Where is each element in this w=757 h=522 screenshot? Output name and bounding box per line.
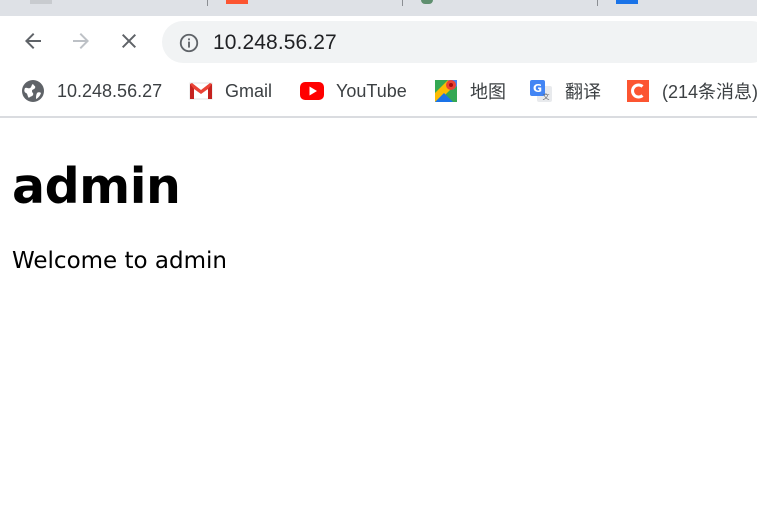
forward-button[interactable] (66, 26, 96, 56)
bookmark-label: 10.248.56.27 (57, 80, 163, 101)
close-icon (122, 34, 136, 48)
tab-favicon (421, 0, 433, 4)
bookmark-gmail[interactable]: Gmail (189, 78, 272, 104)
tab-separator (402, 0, 403, 6)
bookmark-label: 翻译 (565, 82, 601, 102)
bookmark-csdn[interactable]: (214条消息) (626, 78, 757, 104)
translate-icon: G 文 (529, 79, 553, 103)
arrow-right-icon (73, 33, 89, 49)
browser-toolbar: 10.248.56.27 (0, 16, 757, 68)
back-button[interactable] (18, 26, 48, 56)
svg-text:G: G (533, 82, 542, 95)
tab-strip[interactable] (0, 0, 757, 16)
bookmark-10-248-56-27[interactable]: 10.248.56.27 (21, 78, 162, 104)
bookmark-label: Gmail (225, 80, 273, 101)
bookmark-label: 地图 (470, 82, 506, 102)
tab-favicon (30, 0, 52, 4)
info-icon[interactable] (178, 32, 200, 54)
youtube-icon (300, 79, 324, 103)
bookmark-label: (214条消息) (662, 82, 757, 102)
csdn-icon (626, 79, 650, 103)
url-text[interactable]: 10.248.56.27 (213, 31, 337, 55)
bookmark-translate[interactable]: G 文 翻译 (529, 78, 601, 104)
tab-separator (207, 0, 208, 6)
welcome-text: Welcome to admin (12, 248, 227, 274)
arrow-left-icon (25, 33, 41, 49)
bookmarks-bar: 10.248.56.27 Gmail YouTube 地图 G 文 翻译 (21… (0, 68, 757, 118)
page-heading: admin (12, 158, 181, 215)
tab-favicon (226, 0, 248, 4)
tab-favicon (616, 0, 638, 4)
bookmark-label: YouTube (336, 80, 407, 101)
gmail-icon (189, 79, 213, 103)
tab-separator (597, 0, 598, 6)
bookmark-maps[interactable]: 地图 (434, 78, 506, 104)
page-content: admin Welcome to admin (0, 120, 757, 522)
address-bar[interactable]: 10.248.56.27 (162, 21, 757, 63)
maps-icon (434, 79, 458, 103)
stop-loading-button[interactable] (114, 26, 144, 56)
svg-text:文: 文 (543, 92, 550, 101)
bookmark-youtube[interactable]: YouTube (300, 78, 407, 104)
globe-icon (21, 79, 45, 103)
